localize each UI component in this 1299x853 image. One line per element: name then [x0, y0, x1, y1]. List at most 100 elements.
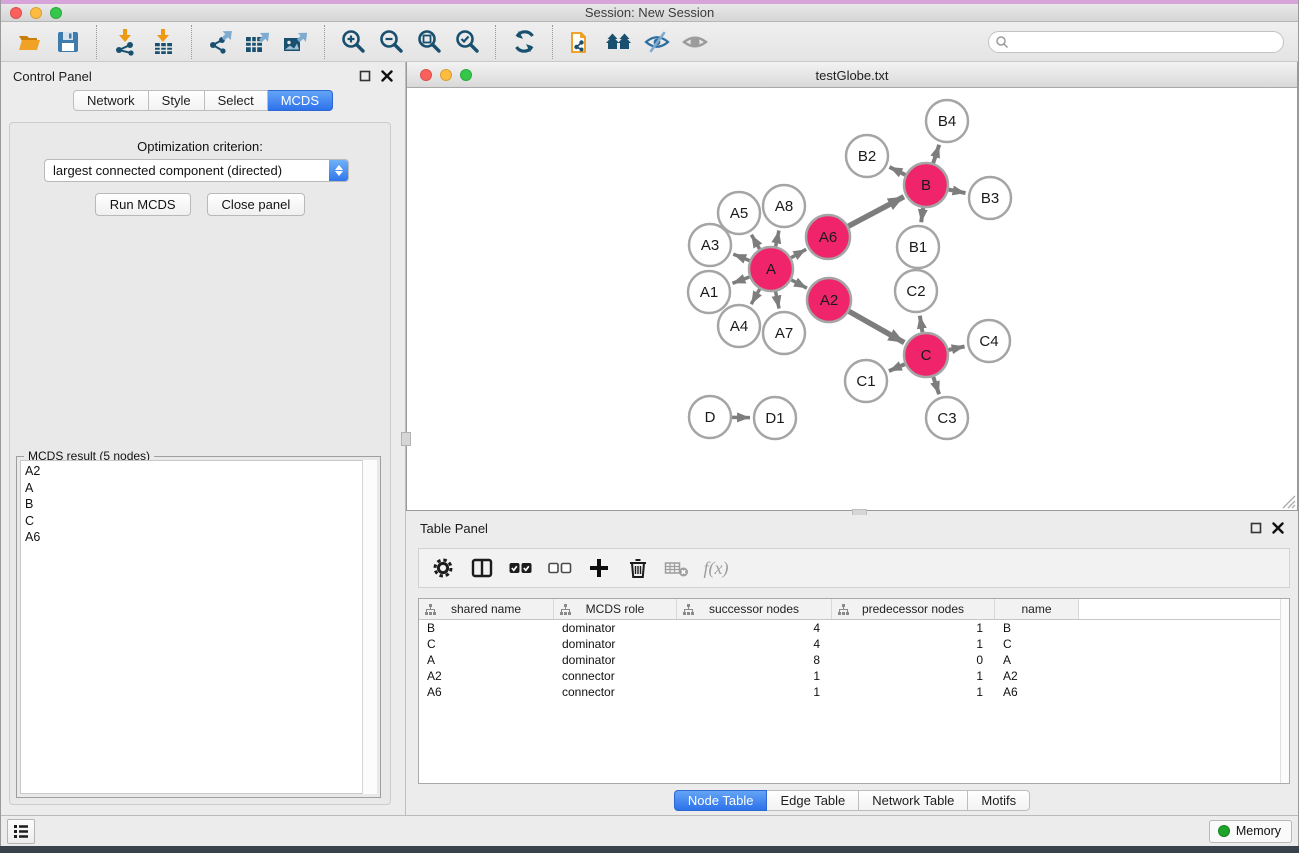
close-panel-button[interactable]: Close panel [207, 193, 306, 216]
add-column-button[interactable] [583, 553, 615, 583]
table-row[interactable]: Adominator80A [419, 652, 1289, 668]
export-table-button[interactable] [239, 26, 277, 58]
tab-mcds[interactable]: MCDS [268, 90, 333, 111]
table-tab-network-table[interactable]: Network Table [859, 790, 968, 811]
zoom-in-button[interactable] [334, 26, 372, 58]
tab-select[interactable]: Select [205, 90, 268, 111]
network-from-file-button[interactable] [562, 26, 600, 58]
home-button[interactable] [600, 26, 638, 58]
deselect-all-button[interactable] [544, 553, 576, 583]
panel-splitter-grip[interactable] [401, 432, 411, 446]
table-row[interactable]: A6connector11A6 [419, 684, 1289, 700]
column-visibility-button[interactable] [466, 553, 498, 583]
graph-node-A6[interactable]: A6 [806, 215, 850, 259]
column-header-name[interactable]: name [995, 599, 1079, 619]
graph-edge-A-A3[interactable] [733, 254, 750, 261]
table-row[interactable]: A2connector11A2 [419, 668, 1289, 684]
graph-edge-A6-B[interactable] [847, 197, 903, 227]
network-canvas[interactable]: B4 B2 B B3 A8A5 A6 A3 B1 A A1 C2 A2 A4A7 C4 C C1 C3 D D1 [407, 88, 1297, 510]
select-all-button[interactable] [505, 553, 537, 583]
graph-node-A[interactable]: A [749, 247, 793, 291]
function-builder-button[interactable]: f(x) [700, 553, 732, 583]
graph-node-A4[interactable]: A4 [718, 305, 760, 347]
tab-network[interactable]: Network [73, 90, 149, 111]
graph-node-C4[interactable]: C4 [968, 320, 1010, 362]
graph-node-D1[interactable]: D1 [754, 397, 796, 439]
memory-button[interactable]: Memory [1209, 820, 1292, 843]
graph-edge-A-A1[interactable] [732, 277, 750, 284]
table-tab-edge-table[interactable]: Edge Table [767, 790, 859, 811]
close-panel-icon[interactable] [381, 70, 393, 82]
column-header-successor-nodes[interactable]: successor nodes [677, 599, 832, 619]
show-all-button[interactable] [676, 26, 714, 58]
table-tab-motifs[interactable]: Motifs [968, 790, 1030, 811]
graph-edge-B-B3[interactable] [948, 189, 966, 193]
table-scrollbar[interactable] [1280, 599, 1289, 783]
graph-edge-B-B1[interactable] [921, 207, 923, 222]
graph-node-B3[interactable]: B3 [969, 177, 1011, 219]
graph-edge-C-C2[interactable] [920, 316, 923, 334]
mcds-result-item[interactable]: B [25, 496, 376, 513]
graph-edge-A-A5[interactable] [751, 235, 760, 250]
graph-edge-C-C1[interactable] [889, 364, 906, 371]
graph-edge-A-A6[interactable] [790, 249, 806, 258]
graph-edge-B-B2[interactable] [889, 167, 906, 175]
column-header-mcds-role[interactable]: MCDS role [554, 599, 677, 619]
graph-node-C2[interactable]: C2 [895, 270, 937, 312]
graph-node-B4[interactable]: B4 [926, 100, 968, 142]
graph-edge-A-A2[interactable] [790, 279, 807, 288]
graph-edge-A-A8[interactable] [775, 230, 779, 247]
search-input[interactable] [988, 31, 1284, 53]
mcds-result-item[interactable]: C [25, 513, 376, 530]
import-table-button[interactable] [144, 26, 182, 58]
tab-style[interactable]: Style [149, 90, 205, 111]
graph-node-A3[interactable]: A3 [689, 224, 731, 266]
float-table-panel-icon[interactable] [1250, 522, 1262, 534]
hide-selected-button[interactable] [638, 26, 676, 58]
criterion-select[interactable]: largest connected component (directed) [44, 159, 349, 182]
save-session-button[interactable] [49, 26, 87, 58]
graph-node-A7[interactable]: A7 [763, 312, 805, 354]
table-row[interactable]: Cdominator41C [419, 636, 1289, 652]
zoom-out-button[interactable] [372, 26, 410, 58]
graph-node-A1[interactable]: A1 [688, 271, 730, 313]
table-row[interactable]: Bdominator41B [419, 620, 1289, 636]
graph-node-A8[interactable]: A8 [763, 185, 805, 227]
table-tab-node-table[interactable]: Node Table [674, 790, 768, 811]
mcds-result-list[interactable]: A2ABCA6 [20, 460, 377, 794]
export-image-button[interactable] [277, 26, 315, 58]
graph-node-C1[interactable]: C1 [845, 360, 887, 402]
float-panel-icon[interactable] [359, 70, 371, 82]
zoom-selected-button[interactable] [448, 26, 486, 58]
graph-node-C3[interactable]: C3 [926, 397, 968, 439]
graph-node-B[interactable]: B [904, 163, 948, 207]
column-header-shared-name[interactable]: shared name [419, 599, 554, 619]
graph-node-B2[interactable]: B2 [846, 135, 888, 177]
mcds-result-item[interactable]: A2 [25, 463, 376, 480]
graph-node-C[interactable]: C [904, 333, 948, 377]
mcds-result-item[interactable]: A [25, 480, 376, 497]
graph-edge-C-C4[interactable] [947, 346, 964, 350]
graph-edge-A2-C[interactable] [848, 311, 904, 343]
graph-edge-A-A4[interactable] [751, 288, 760, 304]
graph-edge-A-A7[interactable] [775, 291, 779, 309]
run-mcds-button[interactable]: Run MCDS [95, 193, 191, 216]
close-table-panel-icon[interactable] [1272, 522, 1284, 534]
export-network-button[interactable] [201, 26, 239, 58]
graph-node-A2[interactable]: A2 [807, 278, 851, 322]
graph-node-A5[interactable]: A5 [718, 192, 760, 234]
graph-node-B1[interactable]: B1 [897, 226, 939, 268]
import-network-button[interactable] [106, 26, 144, 58]
delete-table-button[interactable] [661, 553, 693, 583]
table-settings-button[interactable] [427, 553, 459, 583]
task-history-button[interactable] [7, 819, 35, 844]
mcds-result-item[interactable]: A6 [25, 529, 376, 546]
resize-grip-icon[interactable] [1281, 494, 1296, 509]
column-header-predecessor-nodes[interactable]: predecessor nodes [832, 599, 995, 619]
zoom-fit-button[interactable] [410, 26, 448, 58]
delete-column-button[interactable] [622, 553, 654, 583]
result-list-scrollbar[interactable] [362, 460, 377, 794]
graph-edge-C-C3[interactable] [933, 376, 939, 394]
open-session-button[interactable] [11, 26, 49, 58]
graph-node-D[interactable]: D [689, 396, 731, 438]
